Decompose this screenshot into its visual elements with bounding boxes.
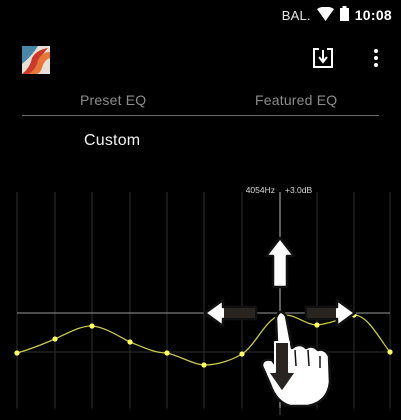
overflow-menu-button[interactable] <box>368 46 384 72</box>
app-logo-icon <box>22 46 50 74</box>
eq-band-point[interactable] <box>52 336 58 342</box>
eq-band-point[interactable] <box>314 322 320 328</box>
eq-band-point[interactable] <box>127 339 133 345</box>
status-time: 10:08 <box>354 7 392 23</box>
eq-band-point[interactable] <box>239 351 245 357</box>
wifi-icon <box>316 6 334 24</box>
battery-icon <box>339 6 349 24</box>
current-preset-label[interactable]: Custom <box>84 132 140 150</box>
tab-featured-eq[interactable]: Featured EQ <box>255 92 337 108</box>
tab-preset-eq[interactable]: Preset EQ <box>80 92 146 108</box>
eq-band-point[interactable] <box>14 350 20 356</box>
overflow-menu-icon <box>374 49 378 67</box>
graph-bottom-fade <box>0 408 401 420</box>
status-bar: BAL. 10:08 <box>0 0 401 30</box>
eq-grid <box>16 192 391 410</box>
eq-band-point[interactable] <box>201 362 207 368</box>
selected-frequency-label: 4054Hz <box>246 185 275 195</box>
selected-gain-label: +3.0dB <box>285 185 313 195</box>
eq-band-point[interactable] <box>164 350 170 356</box>
carrier-label: BAL. <box>281 7 311 23</box>
eq-graph[interactable]: 4054Hz +3.0dB <box>0 170 401 420</box>
eq-tabs: Preset EQ Featured EQ <box>0 88 401 118</box>
toolbar <box>0 30 401 86</box>
eq-band-point[interactable] <box>89 323 95 329</box>
save-download-icon <box>313 48 333 68</box>
tab-divider <box>22 115 379 116</box>
arrow-left-icon <box>203 298 258 328</box>
eq-band-point[interactable] <box>387 349 393 355</box>
hand-pointer-icon <box>260 310 332 408</box>
arrow-up-icon <box>264 236 296 289</box>
save-preset-button[interactable] <box>312 47 334 69</box>
